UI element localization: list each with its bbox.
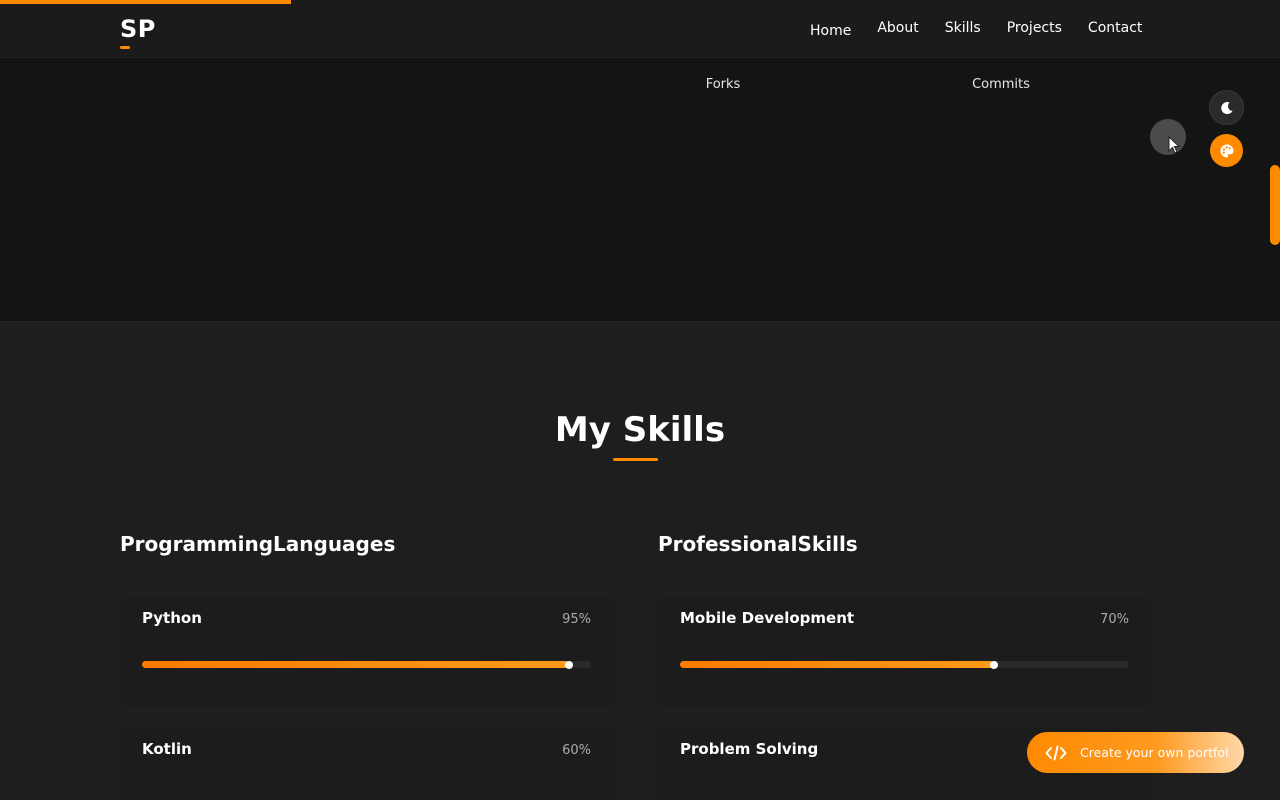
site-header: SP Home About Skills Projects Contact xyxy=(0,0,1280,58)
stat-label-forks: Forks xyxy=(705,77,741,92)
theme-toggle-button[interactable] xyxy=(1209,90,1244,125)
skill-progress-knob xyxy=(990,660,999,669)
skill-progress-fill xyxy=(142,661,569,668)
skill-name: Kotlin xyxy=(142,740,192,758)
professional-skills-heading: ProfessionalSkills xyxy=(658,532,858,556)
nav-about[interactable]: About xyxy=(877,20,918,39)
github-stats-section: Forks Commits xyxy=(0,58,1280,322)
code-icon xyxy=(1045,745,1067,760)
logo[interactable]: SP xyxy=(120,15,156,43)
skill-progress-fill xyxy=(680,661,995,668)
section-title-underline xyxy=(613,458,658,461)
nav-skills[interactable]: Skills xyxy=(945,20,981,39)
moon-icon xyxy=(1220,101,1232,114)
nav-home[interactable]: Home xyxy=(810,23,851,39)
skill-name: Mobile Development xyxy=(680,609,855,627)
nav-contact[interactable]: Contact xyxy=(1088,20,1142,39)
main-nav: Home About Skills Projects Contact xyxy=(810,20,1168,39)
skill-name: Problem Solving xyxy=(680,740,819,758)
skill-percent: 60% xyxy=(562,743,591,758)
scrollbar-thumb[interactable] xyxy=(1270,165,1280,245)
skill-card: Kotlin 60% xyxy=(120,728,615,800)
programming-languages-heading: ProgrammingLanguages xyxy=(120,532,396,556)
skill-progress-track xyxy=(680,660,1129,669)
skill-card: Mobile Development 70% xyxy=(658,597,1153,707)
skill-progress-track xyxy=(142,660,591,669)
skills-section-title: My Skills xyxy=(554,410,726,450)
stat-label-commits: Commits xyxy=(972,77,1030,92)
scroll-progress-bar xyxy=(0,0,291,4)
mouse-cursor-icon xyxy=(1168,136,1181,154)
create-portfolio-button[interactable]: Create your own portfol xyxy=(1027,732,1244,773)
color-palette-button[interactable] xyxy=(1210,134,1243,167)
skill-percent: 70% xyxy=(1100,612,1129,627)
skill-percent: 95% xyxy=(562,612,591,627)
skill-name: Python xyxy=(142,609,202,627)
skill-card: Python 95% xyxy=(120,597,615,707)
skill-progress-knob xyxy=(564,660,573,669)
create-portfolio-label: Create your own portfol xyxy=(1080,745,1229,760)
logo-underline xyxy=(120,46,130,49)
palette-icon xyxy=(1220,144,1233,157)
nav-projects[interactable]: Projects xyxy=(1007,20,1062,39)
